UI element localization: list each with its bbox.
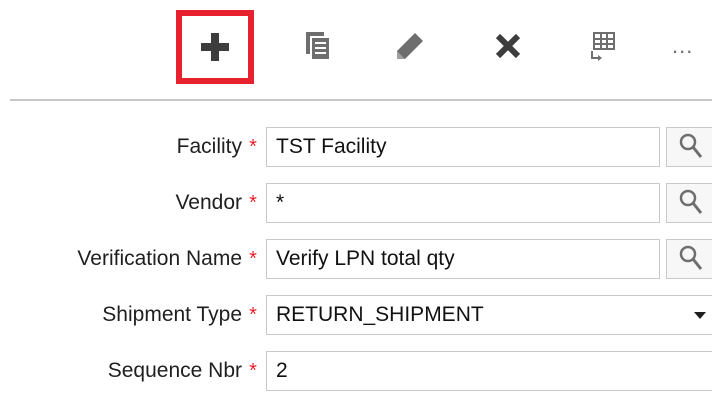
facility-input[interactable]: TST Facility: [266, 127, 660, 167]
magnifier-icon: [679, 245, 703, 270]
copy-icon: [306, 32, 330, 60]
required-marker: *: [249, 359, 257, 382]
field-label: Verification Name: [77, 247, 242, 270]
required-marker: *: [249, 303, 257, 326]
magnifier-icon: [679, 189, 703, 214]
toolbar: ...: [0, 0, 712, 100]
field-label: Vendor: [175, 191, 242, 214]
field-label: Sequence Nbr: [107, 359, 242, 382]
form-row-vendor: Vendor * *: [0, 180, 712, 226]
add-button[interactable]: [176, 10, 254, 84]
copy-button[interactable]: [282, 12, 354, 80]
pencil-icon: [397, 33, 423, 59]
edit-button[interactable]: [374, 12, 446, 80]
x-icon: [495, 33, 521, 59]
required-marker: *: [249, 135, 257, 158]
field-label: Shipment Type: [102, 303, 242, 326]
verification-name-lookup-button[interactable]: [666, 239, 712, 279]
shipment-type-dropdown-toggle[interactable]: [688, 295, 712, 335]
required-marker: *: [249, 191, 257, 214]
verification-name-input[interactable]: Verify LPN total qty: [266, 239, 660, 279]
chevron-down-icon: [694, 312, 706, 319]
grid-edit-icon: [591, 32, 615, 61]
grid-edit-button[interactable]: [566, 12, 638, 80]
more-label: ...: [672, 33, 694, 58]
shipment-type-select[interactable]: RETURN_SHIPMENT: [266, 295, 712, 335]
vendor-input[interactable]: *: [266, 183, 660, 223]
more-actions-button[interactable]: ...: [672, 12, 712, 80]
sequence-nbr-input[interactable]: 2: [266, 351, 712, 391]
form-row-sequence-nbr: Sequence Nbr * 2: [0, 348, 712, 394]
magnifier-icon: [679, 133, 703, 158]
delete-button[interactable]: [472, 12, 544, 80]
plus-icon: [201, 33, 229, 61]
form-row-shipment-type: Shipment Type * RETURN_SHIPMENT: [0, 292, 712, 338]
facility-lookup-button[interactable]: [666, 127, 712, 167]
form-row-facility: Facility * TST Facility: [0, 124, 712, 170]
field-label: Facility: [176, 135, 242, 158]
required-marker: *: [249, 247, 257, 270]
toolbar-divider: [10, 99, 712, 101]
vendor-lookup-button[interactable]: [666, 183, 712, 223]
form-row-verification-name: Verification Name * Verify LPN total qty: [0, 236, 712, 282]
